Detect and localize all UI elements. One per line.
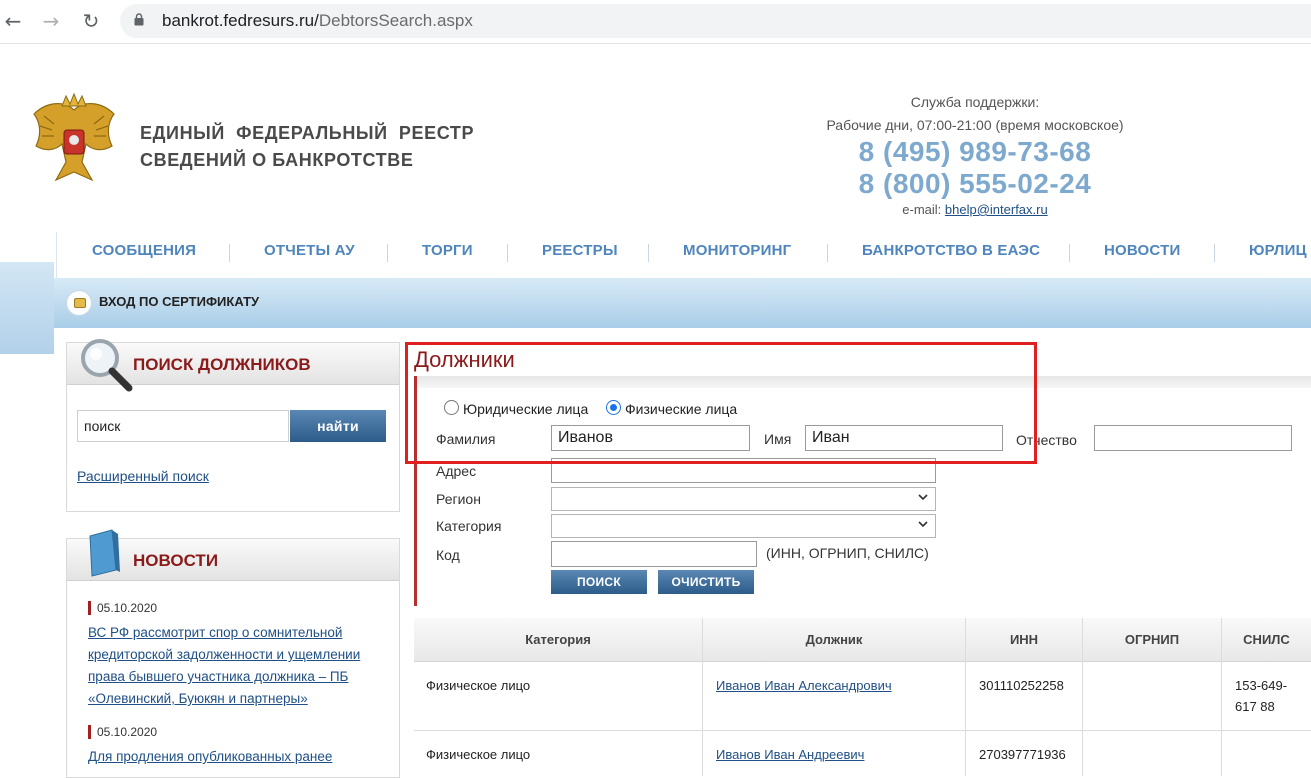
patronymic-input[interactable] [1094, 425, 1292, 451]
category-label: Категория [436, 518, 502, 534]
phone-primary[interactable]: 8 (495) 989-73-68 [816, 136, 1134, 168]
site-title-line1: ЕДИНЫЙ ФЕДЕРАЛЬНЫЙ РЕЕСТР [140, 123, 475, 143]
email-link[interactable]: bhelp@interfax.ru [945, 202, 1048, 217]
column-divider [702, 618, 703, 776]
cell-snils-line1: 153-649- [1235, 678, 1288, 693]
panel-title: ПОИСК ДОЛЖНИКОВ [133, 355, 311, 374]
support-block: Служба поддержки: Рабочие дни, 07:00-21:… [816, 92, 1134, 220]
address-label: Адрес [436, 463, 477, 479]
results-table: Категория Должник ИНН ОГРНИП СНИЛС Физич… [414, 618, 1311, 776]
news-link[interactable]: ВС РФ рассмотрит спор о сомнительной кре… [88, 622, 384, 710]
cell-inn: 270397771936 [979, 747, 1066, 762]
menu-item-news[interactable]: НОВОСТИ [1104, 242, 1180, 259]
menu-divider [1214, 244, 1215, 262]
menu-item-monitoring[interactable]: МОНИТОРИНГ [683, 242, 791, 259]
url-domain: bankrot.fedresurs.ru/ [162, 11, 319, 30]
menu-divider [648, 244, 649, 262]
site-title-line2: СВЕДЕНИЙ О БАНКРОТСТВЕ [140, 150, 414, 170]
news-date: 05.10.2020 [88, 725, 157, 739]
cell-debtor-link[interactable]: Иванов Иван Андреевич [716, 744, 864, 765]
url-text: bankrot.fedresurs.ru/DebtorsSearch.aspx [162, 11, 473, 31]
cell-inn: 301110252258 [979, 678, 1064, 693]
col-ogrnip[interactable]: ОГРНИП [1083, 632, 1221, 647]
col-category[interactable]: Категория [414, 632, 702, 647]
category-select[interactable] [551, 514, 936, 538]
region-select[interactable] [551, 487, 936, 511]
menu-divider [387, 244, 388, 262]
forward-arrow-icon[interactable]: → [38, 8, 64, 34]
menu-item-reports[interactable]: ОТЧЕТЫ АУ [264, 242, 355, 259]
table-header: Категория Должник ИНН ОГРНИП СНИЛС [414, 618, 1311, 662]
coat-of-arms-icon [33, 92, 115, 182]
menu-divider [827, 244, 828, 262]
support-title: Служба поддержки: [910, 94, 1040, 110]
advanced-search-link[interactable]: Расширенный поиск [77, 468, 209, 484]
news-link[interactable]: Для продления опубликованных ранее [88, 746, 384, 768]
browser-toolbar: ← → ↻ bankrot.fedresurs.ru/DebtorsSearch… [0, 0, 1311, 44]
menu-item-eaeu[interactable]: БАНКРОТСТВО В ЕАЭС [862, 242, 1040, 259]
code-input[interactable] [551, 541, 757, 567]
region-label: Регион [436, 491, 481, 507]
menu-divider [229, 244, 230, 262]
phone-secondary[interactable]: 8 (800) 555-02-24 [816, 168, 1134, 200]
menu-divider [1069, 244, 1070, 262]
find-button[interactable]: найти [290, 410, 386, 442]
reload-icon[interactable]: ↻ [78, 8, 104, 34]
support-hours: Рабочие дни, 07:00-21:00 (время московск… [826, 117, 1124, 133]
book-icon [89, 529, 120, 577]
address-bar[interactable]: bankrot.fedresurs.ru/DebtorsSearch.aspx [120, 4, 1311, 38]
cell-snils: 153-649- 617 88 [1235, 675, 1287, 717]
col-debtor[interactable]: Должник [703, 632, 965, 647]
column-divider [965, 618, 966, 776]
chevron-down-icon [918, 494, 928, 501]
cell-category: Физическое лицо [426, 678, 531, 693]
decorative-band [0, 262, 54, 354]
column-divider [1082, 618, 1083, 776]
col-snils[interactable]: СНИЛС [1222, 632, 1311, 647]
support-email: e-mail: bhelp@interfax.ru [816, 200, 1134, 220]
cell-snils-line2: 617 88 [1235, 699, 1275, 714]
certificate-lock-icon[interactable] [66, 290, 92, 316]
cell-debtor-link[interactable]: Иванов Иван Александрович [716, 675, 892, 696]
magnifier-icon [81, 339, 133, 392]
row-divider [414, 730, 1311, 731]
cert-login-link[interactable]: ВХОД ПО СЕРТИФИКАТУ [99, 294, 259, 309]
menu-divider [507, 244, 508, 262]
chevron-down-icon [918, 521, 928, 528]
quick-search-input[interactable]: поиск [77, 410, 289, 442]
news-title: НОВОСТИ [133, 551, 219, 570]
menu-item-legal-entities[interactable]: ЮРЛИЦ [1249, 242, 1307, 259]
lock-icon [134, 13, 144, 26]
main-menu: СООБЩЕНИЯ ОТЧЕТЫ АУ ТОРГИ РЕЕСТРЫ МОНИТО… [56, 232, 1311, 278]
menu-item-messages[interactable]: СООБЩЕНИЯ [92, 242, 196, 259]
menu-item-auctions[interactable]: ТОРГИ [422, 242, 473, 259]
back-arrow-icon[interactable]: ← [0, 8, 26, 34]
search-button[interactable]: ПОИСК [551, 570, 647, 594]
col-inn[interactable]: ИНН [966, 632, 1082, 647]
clear-button[interactable]: ОЧИСТИТЬ [658, 570, 754, 594]
column-divider [1221, 618, 1222, 776]
email-label: e-mail: [902, 202, 945, 217]
site-title: ЕДИНЫЙ ФЕДЕРАЛЬНЫЙ РЕЕСТР СВЕДЕНИЙ О БАН… [140, 120, 474, 174]
code-label: Код [436, 547, 460, 563]
menu-item-registries[interactable]: РЕЕСТРЫ [542, 242, 618, 259]
annotation-highlight-box [405, 342, 1037, 464]
cell-category: Физическое лицо [426, 747, 531, 762]
news-date: 05.10.2020 [88, 601, 157, 615]
code-hint: (ИНН, ОГРНИП, СНИЛС) [766, 545, 929, 561]
url-path: DebtorsSearch.aspx [318, 11, 473, 30]
